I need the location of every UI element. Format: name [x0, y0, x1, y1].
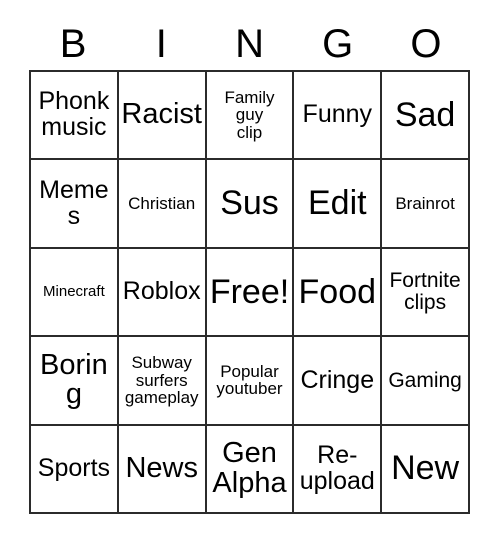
bingo-cell-label: Free!	[209, 272, 290, 311]
header-letter-i: I	[155, 22, 167, 66]
bingo-row: Minecraft Roblox Free! Food Fortnite cli…	[31, 248, 470, 338]
bingo-cell-label: Brainrot	[395, 193, 455, 213]
bingo-cell[interactable]: Minecraft	[31, 248, 119, 338]
bingo-cell-label: News	[125, 451, 198, 484]
bingo-cell[interactable]: New	[382, 425, 470, 515]
bingo-cell-label: Fortnite clips	[389, 269, 461, 315]
bingo-row: Sports News Gen Alpha Re- upload New	[31, 425, 470, 515]
bingo-cell-label: Gen Alpha	[212, 436, 287, 499]
bingo-card: B I N G O Phonk music Racist Family guy …	[0, 0, 500, 544]
header-letter-o: O	[410, 22, 442, 66]
bingo-cell-label: New	[391, 449, 460, 488]
bingo-cell[interactable]: Popular youtuber	[206, 337, 295, 426]
bingo-cell-label: Funny	[302, 100, 373, 129]
header-letter-g: G	[322, 22, 354, 66]
bingo-header-row: B I N G O	[29, 18, 470, 70]
bingo-cell-label: Racist	[121, 98, 202, 131]
bingo-cell-label: Popular youtuber	[216, 361, 283, 399]
bingo-cell[interactable]: Phonk music	[31, 72, 119, 161]
bingo-cell-label: Subway surfers gameplay	[124, 353, 199, 408]
bingo-cell[interactable]: Subway surfers gameplay	[118, 337, 207, 426]
bingo-cell[interactable]: Edit	[294, 160, 383, 249]
bingo-row: Boring Subway surfers gameplay Popular y…	[31, 337, 470, 426]
bingo-cell[interactable]: Memes	[31, 160, 119, 249]
bingo-cell-label: Edit	[307, 184, 367, 223]
bingo-cell-label: Boring	[40, 348, 108, 411]
bingo-cell-label: Christian	[128, 193, 196, 213]
header-letter-b: B	[59, 22, 87, 66]
bingo-cell[interactable]: Sports	[31, 425, 119, 515]
bingo-cell-label: Re- upload	[299, 441, 375, 495]
bingo-cell[interactable]: Family guy clip	[206, 72, 295, 161]
bingo-cell-label: Family guy clip	[224, 87, 275, 142]
bingo-cell[interactable]: Sus	[206, 160, 295, 249]
bingo-cell-label: Cringe	[300, 365, 375, 394]
bingo-cell-label: Sad	[394, 95, 456, 134]
bingo-cell-label: Memes	[39, 175, 109, 230]
bingo-cell-label: Gaming	[388, 368, 462, 392]
bingo-cell-label: Phonk music	[38, 87, 110, 142]
bingo-cell-label: Sus	[220, 184, 279, 223]
bingo-cell[interactable]: Christian	[118, 160, 207, 249]
bingo-cell[interactable]: Funny	[294, 72, 383, 161]
bingo-cell-label: Food	[298, 272, 377, 311]
bingo-cell-free[interactable]: Free!	[206, 248, 295, 338]
bingo-cell[interactable]: Brainrot	[382, 160, 470, 249]
bingo-cell-label: Roblox	[122, 277, 201, 306]
bingo-cell[interactable]: Boring	[31, 337, 119, 426]
bingo-cell-label: Minecraft	[43, 283, 105, 301]
bingo-cell[interactable]: Re- upload	[294, 425, 383, 515]
header-letter-n: N	[235, 22, 264, 66]
bingo-cell[interactable]: Gen Alpha	[206, 425, 295, 515]
bingo-grid: Phonk music Racist Family guy clip Funny…	[29, 70, 470, 515]
bingo-cell[interactable]: Racist	[118, 72, 207, 161]
bingo-cell[interactable]: Fortnite clips	[382, 248, 470, 338]
bingo-row: Phonk music Racist Family guy clip Funny…	[31, 72, 470, 161]
bingo-row: Memes Christian Sus Edit Brainrot	[31, 160, 470, 249]
bingo-cell[interactable]: Cringe	[294, 337, 383, 426]
bingo-cell-label: Sports	[37, 453, 111, 482]
bingo-cell[interactable]: Sad	[382, 72, 470, 161]
bingo-cell[interactable]: Gaming	[382, 337, 470, 426]
bingo-cell[interactable]: Food	[294, 248, 383, 338]
bingo-cell[interactable]: News	[118, 425, 207, 515]
bingo-cell[interactable]: Roblox	[118, 248, 207, 338]
